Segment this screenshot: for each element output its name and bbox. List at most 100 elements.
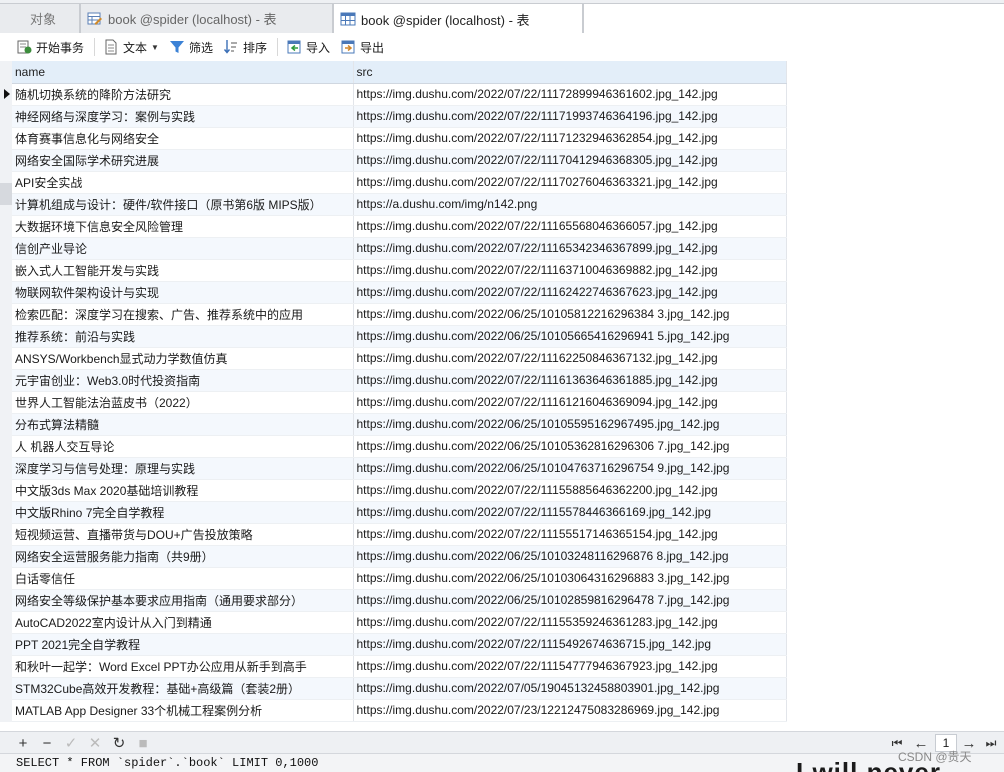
- begin-transaction-button[interactable]: 开始事务: [16, 36, 84, 58]
- cell-src[interactable]: https://img.dushu.com/2022/07/22/1117027…: [353, 171, 787, 194]
- cell-name[interactable]: 体育赛事信息化与网络安全: [12, 127, 354, 150]
- import-button[interactable]: 导入: [286, 36, 330, 58]
- cell-src[interactable]: https://img.dushu.com/2022/07/22/1116556…: [353, 215, 787, 238]
- cell-name[interactable]: 中文版3ds Max 2020基础培训教程: [12, 479, 354, 502]
- cell-src[interactable]: https://img.dushu.com/2022/07/22/1115578…: [353, 501, 787, 524]
- table-row[interactable]: 检索匹配：深度学习在搜索、广告、推荐系统中的应用 https://img.dush…: [12, 303, 787, 326]
- cell-name[interactable]: 随机切换系统的降阶方法研究: [12, 83, 354, 106]
- cell-name[interactable]: 神经网络与深度学习：案例与实践: [12, 105, 354, 128]
- cell-name[interactable]: AutoCAD2022室内设计从入门到精通: [12, 611, 354, 634]
- table-row[interactable]: 网络安全等级保护基本要求应用指南（通用要求部分） https://img.dush…: [12, 589, 787, 612]
- cell-name[interactable]: 网络安全等级保护基本要求应用指南（通用要求部分）: [12, 589, 354, 612]
- table-row[interactable]: 大数据环境下信息安全风险管理 https://img.dushu.com/2022…: [12, 215, 787, 238]
- cell-name[interactable]: 检索匹配：深度学习在搜索、广告、推荐系统中的应用: [12, 303, 354, 326]
- cell-src[interactable]: https://img.dushu.com/2022/07/22/1115588…: [353, 479, 787, 502]
- table-row[interactable]: 分布式算法精髓 https://img.dushu.com/2022/06/25/…: [12, 413, 787, 436]
- cell-name[interactable]: 深度学习与信号处理：原理与实践: [12, 457, 354, 480]
- dropdown-caret-icon[interactable]: ▼: [151, 43, 159, 52]
- table-row[interactable]: 计算机组成与设计：硬件/软件接口（原书第6版 MIPS版） https://a.d…: [12, 193, 787, 216]
- table-row[interactable]: 网络安全运营服务能力指南（共9册） https://img.dushu.com/2…: [12, 545, 787, 568]
- cell-src[interactable]: https://img.dushu.com/2022/06/25/1010324…: [353, 545, 787, 568]
- table-row[interactable]: 推荐系统：前沿与实践 https://img.dushu.com/2022/06/…: [12, 325, 787, 348]
- table-row[interactable]: AutoCAD2022室内设计从入门到精通 https://img.dushu.c…: [12, 611, 787, 634]
- cell-name[interactable]: 信创产业导论: [12, 237, 354, 260]
- table-row[interactable]: 神经网络与深度学习：案例与实践 https://img.dushu.com/202…: [12, 105, 787, 128]
- table-row[interactable]: 和秋叶一起学：Word Excel PPT办公应用从新手到高手 https://i…: [12, 655, 787, 678]
- column-header-src[interactable]: src: [353, 61, 787, 84]
- table-row[interactable]: PPT 2021完全自学教程 https://img.dushu.com/2022…: [12, 633, 787, 656]
- table-row[interactable]: STM32Cube高效开发教程：基础+高级篇（套装2册） https://img.…: [12, 677, 787, 700]
- cell-name[interactable]: 白话零信任: [12, 567, 354, 590]
- cell-name[interactable]: 网络安全运营服务能力指南（共9册）: [12, 545, 354, 568]
- cell-name[interactable]: 大数据环境下信息安全风险管理: [12, 215, 354, 238]
- column-header-name[interactable]: name: [12, 61, 354, 84]
- cell-src[interactable]: https://img.dushu.com/2022/07/22/1115551…: [353, 523, 787, 546]
- cell-src[interactable]: https://img.dushu.com/2022/06/25/1010566…: [353, 325, 787, 348]
- cell-name[interactable]: API安全实战: [12, 171, 354, 194]
- table-row[interactable]: 体育赛事信息化与网络安全 https://img.dushu.com/2022/0…: [12, 127, 787, 150]
- cell-src[interactable]: https://img.dushu.com/2022/07/22/1115492…: [353, 633, 787, 656]
- cell-src[interactable]: https://img.dushu.com/2022/07/22/1117289…: [353, 83, 787, 106]
- table-row[interactable]: 网络安全国际学术研究进展 https://img.dushu.com/2022/0…: [12, 149, 787, 172]
- refresh-icon[interactable]: ↻: [110, 734, 128, 752]
- cell-name[interactable]: 分布式算法精髓: [12, 413, 354, 436]
- table-row[interactable]: 白话零信任 https://img.dushu.com/2022/06/25/10…: [12, 567, 787, 590]
- cell-name[interactable]: 嵌入式人工智能开发与实践: [12, 259, 354, 282]
- cell-name[interactable]: 中文版Rhino 7完全自学教程: [12, 501, 354, 524]
- tab-objects[interactable]: 对象: [0, 3, 80, 33]
- cell-src[interactable]: https://img.dushu.com/2022/06/25/1010559…: [353, 413, 787, 436]
- cell-src[interactable]: https://img.dushu.com/2022/07/22/1117199…: [353, 105, 787, 128]
- cell-src[interactable]: https://img.dushu.com/2022/07/22/1116225…: [353, 347, 787, 370]
- delete-record-icon[interactable]: −: [38, 734, 56, 752]
- cell-src[interactable]: https://img.dushu.com/2022/07/22/1116371…: [353, 259, 787, 282]
- table-row[interactable]: 嵌入式人工智能开发与实践 https://img.dushu.com/2022/0…: [12, 259, 787, 282]
- tab-table-2-active[interactable]: book @spider (localhost) - 表: [333, 3, 583, 34]
- cell-src[interactable]: https://a.dushu.com/img/n142.png: [353, 193, 787, 216]
- table-row[interactable]: 信创产业导论 https://img.dushu.com/2022/07/22/1…: [12, 237, 787, 260]
- cell-src[interactable]: https://img.dushu.com/2022/06/25/1010476…: [353, 457, 787, 480]
- cell-src[interactable]: https://img.dushu.com/2022/07/22/1116242…: [353, 281, 787, 304]
- cell-name[interactable]: STM32Cube高效开发教程：基础+高级篇（套装2册）: [12, 677, 354, 700]
- cell-src[interactable]: https://img.dushu.com/2022/07/22/1116534…: [353, 237, 787, 260]
- table-row[interactable]: 世界人工智能法治蓝皮书（2022） https://img.dushu.com/2…: [12, 391, 787, 414]
- cell-src[interactable]: https://img.dushu.com/2022/07/22/1115535…: [353, 611, 787, 634]
- cell-src[interactable]: https://img.dushu.com/2022/06/25/1010306…: [353, 567, 787, 590]
- cell-src[interactable]: https://img.dushu.com/2022/06/25/1010536…: [353, 435, 787, 458]
- add-record-icon[interactable]: +: [14, 734, 32, 752]
- cell-src[interactable]: https://img.dushu.com/2022/07/23/1221247…: [353, 699, 787, 722]
- cell-name[interactable]: 物联网软件架构设计与实现: [12, 281, 354, 304]
- last-page-icon[interactable]: ⏭: [982, 734, 1000, 752]
- cell-name[interactable]: 元宇宙创业：Web3.0时代投资指南: [12, 369, 354, 392]
- filter-button[interactable]: 筛选: [169, 36, 213, 58]
- table-row[interactable]: 随机切换系统的降阶方法研究 https://img.dushu.com/2022/…: [12, 83, 787, 106]
- sort-button[interactable]: 排序: [223, 36, 267, 58]
- table-row[interactable]: MATLAB App Designer 33个机械工程案例分析 https://i…: [12, 699, 787, 722]
- text-view-button[interactable]: 文本 ▼: [103, 36, 159, 58]
- cell-src[interactable]: https://img.dushu.com/2022/07/22/1115477…: [353, 655, 787, 678]
- table-row[interactable]: 物联网软件架构设计与实现 https://img.dushu.com/2022/0…: [12, 281, 787, 304]
- cell-name[interactable]: 推荐系统：前沿与实践: [12, 325, 354, 348]
- cell-src[interactable]: https://img.dushu.com/2022/06/25/1010581…: [353, 303, 787, 326]
- table-row[interactable]: 元宇宙创业：Web3.0时代投资指南 https://img.dushu.com/…: [12, 369, 787, 392]
- cell-src[interactable]: https://img.dushu.com/2022/07/22/1116136…: [353, 369, 787, 392]
- cell-name[interactable]: ANSYS/Workbench显式动力学数值仿真: [12, 347, 354, 370]
- cell-src[interactable]: https://img.dushu.com/2022/07/05/1904513…: [353, 677, 787, 700]
- table-row[interactable]: 中文版Rhino 7完全自学教程 https://img.dushu.com/20…: [12, 501, 787, 524]
- cell-name[interactable]: 人 机器人交互导论: [12, 435, 354, 458]
- table-row[interactable]: 人 机器人交互导论 https://img.dushu.com/2022/06/2…: [12, 435, 787, 458]
- table-row[interactable]: 短视频运营、直播带货与DOU+广告投放策略 https://img.dushu.c…: [12, 523, 787, 546]
- cell-src[interactable]: https://img.dushu.com/2022/06/25/1010285…: [353, 589, 787, 612]
- table-row[interactable]: 中文版3ds Max 2020基础培训教程 https://img.dushu.c…: [12, 479, 787, 502]
- cell-name[interactable]: 和秋叶一起学：Word Excel PPT办公应用从新手到高手: [12, 655, 354, 678]
- cell-src[interactable]: https://img.dushu.com/2022/07/22/1117123…: [353, 127, 787, 150]
- apply-changes-icon[interactable]: ✓: [62, 734, 80, 752]
- table-row[interactable]: ANSYS/Workbench显式动力学数值仿真 https://img.dush…: [12, 347, 787, 370]
- cell-src[interactable]: https://img.dushu.com/2022/07/22/1117041…: [353, 149, 787, 172]
- cell-name[interactable]: PPT 2021完全自学教程: [12, 633, 354, 656]
- cell-name[interactable]: 世界人工智能法治蓝皮书（2022）: [12, 391, 354, 414]
- tab-table-1[interactable]: book @spider (localhost) - 表: [80, 3, 333, 33]
- cell-name[interactable]: 计算机组成与设计：硬件/软件接口（原书第6版 MIPS版）: [12, 193, 354, 216]
- table-row[interactable]: API安全实战 https://img.dushu.com/2022/07/22/…: [12, 171, 787, 194]
- cell-name[interactable]: MATLAB App Designer 33个机械工程案例分析: [12, 699, 354, 722]
- discard-changes-icon[interactable]: ✕: [86, 734, 104, 752]
